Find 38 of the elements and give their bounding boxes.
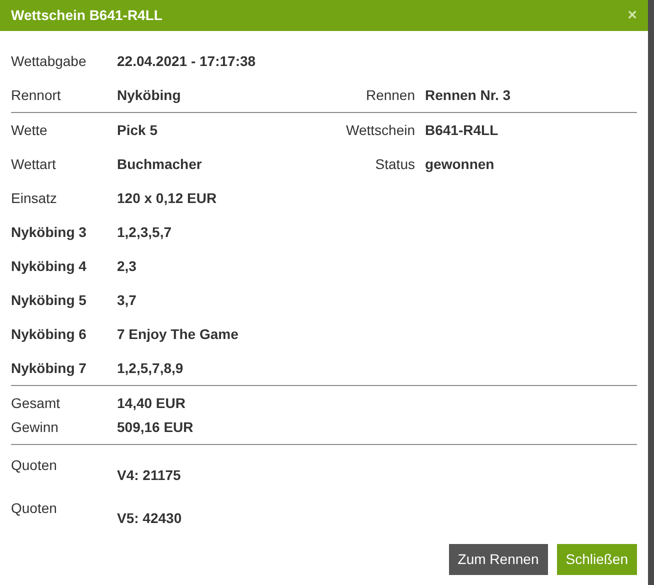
field-value: 509,16 EUR <box>117 418 194 436</box>
field-label: Gewinn <box>11 418 60 436</box>
field-value: 2,3 <box>117 256 138 276</box>
field-label: Wettart <box>11 154 57 174</box>
field-value: 1,2,5,7,8,9 <box>117 358 184 378</box>
field-label: Einsatz <box>11 188 58 208</box>
field-value: 7 Enjoy The Game <box>117 324 240 344</box>
field-value: 14,40 EUR <box>117 394 186 412</box>
field-value: Nyköbing <box>117 86 182 105</box>
field-label: Wettabgabe <box>11 52 88 71</box>
close-button[interactable]: × <box>628 8 637 24</box>
field-label: Rennort <box>11 86 62 104</box>
field-label: Rennen <box>364 86 416 104</box>
field-value: 1,2,3,5,7 <box>117 222 172 242</box>
field-label: Nyköbing 3 <box>11 222 88 242</box>
field-value: Rennen Nr. 3 <box>425 86 511 104</box>
field-label: Wette <box>11 120 48 140</box>
field-value: B641-R4LL <box>425 120 498 140</box>
race-button[interactable]: Zum Rennen <box>448 544 548 575</box>
field-label: Nyköbing 5 <box>11 290 88 310</box>
field-value: Pick 5 <box>117 120 158 140</box>
field-label: Nyköbing 6 <box>11 324 88 344</box>
field-label: Status <box>374 154 416 174</box>
close-dialog-button[interactable]: Schließen <box>556 544 637 575</box>
field-value: 3,7 <box>117 290 138 310</box>
field-label: Wettschein <box>345 120 416 140</box>
field-value: 120 x 0,12 EUR <box>117 188 218 208</box>
field-label: Nyköbing 4 <box>11 256 88 276</box>
field-label: Quoten <box>11 499 58 518</box>
field-value: 22.04.2021 - 17:17:38 <box>117 52 257 70</box>
field-label: Nyköbing 7 <box>11 358 88 378</box>
field-value: gewonnen <box>425 154 494 174</box>
field-value: V4: 21175 <box>117 466 182 485</box>
field-value: V5: 42430 <box>117 509 183 528</box>
field-label: Gesamt <box>11 394 62 412</box>
field-label: Quoten <box>11 456 58 475</box>
dialog-title: Wettschein B641-R4LL <box>11 6 162 25</box>
field-value: Buchmacher <box>117 154 203 174</box>
